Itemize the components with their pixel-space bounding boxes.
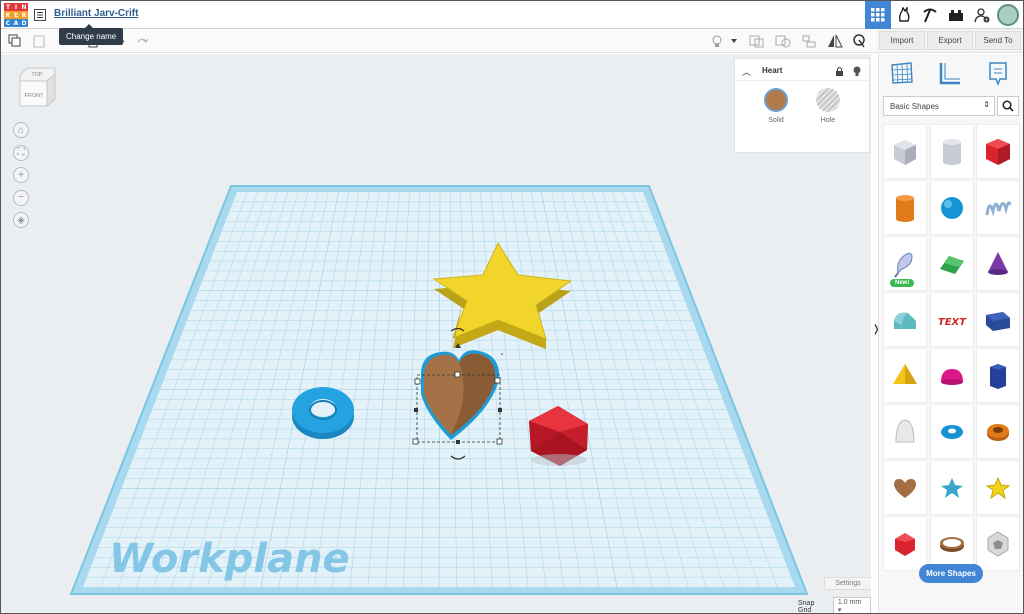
- change-name-tooltip: Change name: [59, 24, 124, 45]
- edit-toolbar: [1, 29, 877, 53]
- import-button[interactable]: Import: [879, 31, 925, 50]
- shape-category-select[interactable]: Basic Shapes ⇕: [883, 96, 995, 116]
- shape-roof[interactable]: [929, 236, 974, 291]
- select-arrows-icon: ⇕: [983, 100, 990, 109]
- top-header: TINKERCAD Brilliant Jarv-Crift +: [1, 1, 1023, 29]
- shape-tube[interactable]: [976, 404, 1020, 459]
- shape-polygon[interactable]: [976, 348, 1020, 403]
- shape-pyramid[interactable]: [883, 348, 927, 403]
- svg-text:TOP: TOP: [31, 72, 43, 78]
- shape-half-cylinder[interactable]: [976, 292, 1020, 347]
- shape-paraboloid[interactable]: [883, 404, 927, 459]
- ungroup-icon[interactable]: [775, 33, 791, 49]
- zoom-out-icon[interactable]: −: [13, 189, 29, 206]
- torus-shape: [292, 387, 354, 439]
- shape-half-sphere[interactable]: [929, 348, 974, 403]
- snap-grid-select[interactable]: 1.0 mm ▾: [832, 597, 871, 613]
- shape-star-yellow[interactable]: [976, 460, 1020, 515]
- snap-grid-label: Snap Grid: [798, 599, 815, 614]
- shape-star[interactable]: [929, 460, 974, 515]
- 3d-canvas[interactable]: Workplane TOP FRONT ⌂ ⛶ + − ◈ ︿ Heart So…: [1, 54, 871, 613]
- 3d-design-grid-icon[interactable]: [865, 1, 891, 29]
- shape-sphere[interactable]: [929, 180, 974, 235]
- shape-text[interactable]: TEXT: [929, 292, 974, 347]
- logo-letter: D: [20, 19, 28, 27]
- light-dropdown-icon[interactable]: [729, 33, 739, 49]
- light-bulb-small-icon[interactable]: [853, 64, 861, 82]
- logo-letter: I: [12, 3, 20, 11]
- view-cube[interactable]: TOP FRONT: [17, 66, 57, 108]
- workplane-label: Workplane: [109, 536, 350, 582]
- shape-cylinder[interactable]: [883, 180, 927, 235]
- shape-category-value: Basic Shapes: [890, 102, 939, 111]
- design-list-icon[interactable]: [34, 8, 46, 21]
- logo-letter: A: [12, 19, 20, 27]
- logo-letter: R: [20, 11, 28, 19]
- shape-heart[interactable]: [883, 460, 927, 515]
- search-shapes-button[interactable]: [997, 96, 1019, 116]
- ruler-icon[interactable]: [937, 60, 963, 86]
- tinkercad-logo[interactable]: TINKERCAD: [4, 3, 28, 27]
- design-title[interactable]: Brilliant Jarv-Crift: [54, 8, 138, 19]
- profile-avatar[interactable]: [997, 4, 1019, 26]
- send-to-button[interactable]: Send To: [975, 31, 1021, 50]
- mirror-icon[interactable]: [827, 33, 843, 49]
- shape-cylinder-hole[interactable]: [929, 124, 974, 179]
- shape-box[interactable]: [976, 124, 1020, 179]
- paste-icon[interactable]: [31, 33, 47, 49]
- shapes-panel: Basic Shapes ⇕ New! TEXT More Shapes: [878, 54, 1023, 613]
- logo-letter: N: [20, 3, 28, 11]
- shape-box-hole[interactable]: [883, 124, 927, 179]
- shape-icosahedron[interactable]: [883, 516, 927, 571]
- collapse-chevron-icon[interactable]: ︿: [742, 65, 751, 78]
- zoom-in-icon[interactable]: +: [13, 167, 29, 183]
- inspector-title: Heart: [762, 66, 783, 75]
- svg-text:TEXT: TEXT: [937, 317, 966, 328]
- tinkercad-window: TINKERCAD Brilliant Jarv-Crift + Change …: [0, 0, 1024, 614]
- notes-icon[interactable]: [985, 60, 1011, 87]
- new-badge: New!: [890, 279, 915, 287]
- codeblocks-icon[interactable]: [891, 1, 917, 29]
- shape-torus[interactable]: [929, 404, 974, 459]
- shape-soccer-ball[interactable]: [976, 516, 1020, 571]
- group-icon[interactable]: [749, 33, 765, 49]
- search-icon: [1002, 100, 1014, 112]
- shape-grid: New! TEXT: [883, 124, 1020, 571]
- cruise-icon[interactable]: [851, 33, 867, 49]
- shape-shape-generator[interactable]: New!: [883, 236, 927, 291]
- bricks-icon[interactable]: [943, 1, 969, 29]
- solid-label: Solid: [768, 117, 784, 124]
- pickaxe-icon[interactable]: [917, 1, 943, 29]
- logo-letter: E: [12, 11, 20, 19]
- settings-button[interactable]: Settings: [824, 577, 871, 590]
- shape-ring[interactable]: [929, 516, 974, 571]
- grid-view-icon[interactable]: [889, 60, 915, 86]
- shape-round-roof[interactable]: [883, 292, 927, 347]
- svg-text:+: +: [984, 18, 988, 24]
- solid-swatch[interactable]: [764, 88, 788, 112]
- action-buttons: Import Export Send To: [877, 29, 1023, 53]
- lock-icon[interactable]: [835, 64, 844, 82]
- hole-label: Hole: [820, 117, 836, 124]
- light-bulb-icon[interactable]: [709, 33, 725, 49]
- logo-letter: C: [4, 19, 12, 27]
- logo-letter: T: [4, 3, 12, 11]
- shape-scribble[interactable]: [976, 180, 1020, 235]
- align-icon[interactable]: [801, 33, 817, 49]
- fit-view-icon[interactable]: ⛶: [13, 144, 29, 161]
- redo-icon[interactable]: [135, 33, 151, 49]
- home-view-icon[interactable]: ⌂: [13, 122, 29, 138]
- more-shapes-button[interactable]: More Shapes: [919, 564, 983, 583]
- shape-inspector: ︿ Heart Solid Hole: [734, 58, 870, 153]
- perspective-icon[interactable]: ◈: [13, 212, 29, 228]
- svg-text:FRONT: FRONT: [25, 93, 45, 99]
- snap-grid-value: 1.0 mm: [837, 599, 862, 606]
- hole-swatch[interactable]: [816, 88, 840, 112]
- add-user-icon[interactable]: +: [969, 1, 995, 29]
- copy-icon[interactable]: [7, 33, 23, 49]
- shape-cone[interactable]: [976, 236, 1020, 291]
- export-button[interactable]: Export: [927, 31, 973, 50]
- logo-letter: K: [4, 11, 12, 19]
